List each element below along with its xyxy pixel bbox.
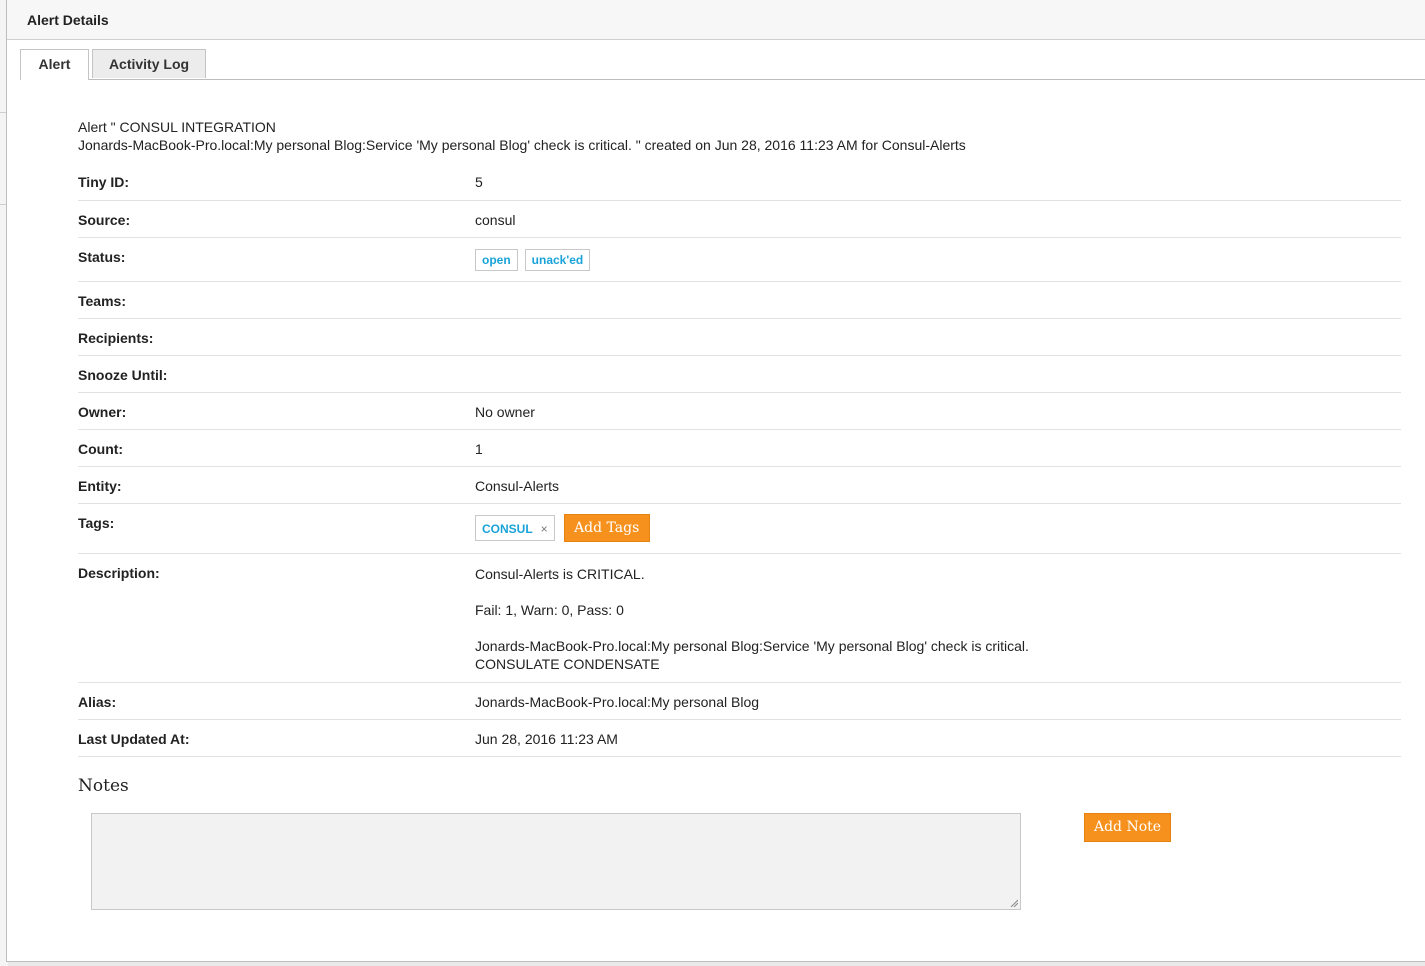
field-label: Owner:	[78, 404, 127, 420]
dialog-title: Alert Details	[7, 0, 1425, 40]
field-label: Description:	[78, 565, 160, 581]
alert-fields: Tiny ID: 5 Source: consul Status: open un…	[78, 163, 1401, 757]
notes-heading: Notes	[78, 776, 129, 796]
field-row-status: Status: open unack'ed	[78, 238, 1401, 282]
source-value: consul	[475, 212, 516, 228]
field-label: Status:	[78, 249, 126, 265]
field-row-owner: Owner: No owner	[78, 393, 1401, 430]
tab-bar: Alert Activity Log	[20, 49, 1425, 80]
tag-label: CONSUL	[482, 522, 533, 536]
status-badge-unacked[interactable]: unack'ed	[524, 249, 591, 271]
field-label: Last Updated At:	[78, 731, 190, 747]
entity-value: Consul-Alerts	[475, 478, 560, 494]
description-value: Consul-Alerts is CRITICAL. Fail: 1, Warn…	[475, 565, 1029, 673]
field-row-teams: Teams:	[78, 282, 1401, 319]
tag-chip: CONSUL ×	[475, 515, 555, 541]
tab-activity-log[interactable]: Activity Log	[92, 49, 206, 78]
description-line: Consul-Alerts is CRITICAL.	[475, 566, 645, 582]
description-line: CONSULATE CONDENSATE	[475, 656, 660, 672]
field-label: Alias:	[78, 694, 117, 710]
add-note-button[interactable]: Add Note	[1084, 813, 1171, 842]
tags-container: CONSUL × Add Tags	[475, 514, 650, 542]
field-row-description: Description: Consul-Alerts is CRITICAL. …	[78, 554, 1401, 683]
summary-line-2: Jonards-MacBook-Pro.local:My personal Bl…	[78, 137, 966, 153]
status-badge-open[interactable]: open	[475, 249, 518, 271]
summary-line-1: Alert " CONSUL INTEGRATION	[78, 119, 276, 135]
alias-value: Jonards-MacBook-Pro.local:My personal Bl…	[475, 694, 760, 710]
field-row-alias: Alias: Jonards-MacBook-Pro.local:My pers…	[78, 683, 1401, 720]
field-row-snooze: Snooze Until:	[78, 356, 1401, 393]
field-row-source: Source: consul	[78, 201, 1401, 238]
field-row-tiny-id: Tiny ID: 5	[78, 163, 1401, 201]
field-label: Entity:	[78, 478, 122, 494]
field-row-last-updated: Last Updated At: Jun 28, 2016 11:23 AM	[78, 720, 1401, 757]
last-updated-value: Jun 28, 2016 11:23 AM	[475, 731, 618, 747]
resize-grip-icon[interactable]	[1010, 899, 1018, 907]
field-label: Recipients:	[78, 330, 154, 346]
field-label: Count:	[78, 441, 124, 457]
field-row-tags: Tags: CONSUL × Add Tags	[78, 504, 1401, 554]
field-row-recipients: Recipients:	[78, 319, 1401, 356]
add-tags-button[interactable]: Add Tags	[563, 514, 650, 542]
field-label: Snooze Until:	[78, 367, 168, 383]
alert-details-dialog: Alert Details Alert Activity Log Alert "…	[6, 0, 1425, 962]
tab-alert[interactable]: Alert	[20, 49, 89, 80]
remove-tag-icon[interactable]: ×	[541, 522, 548, 536]
alert-summary: Alert " CONSUL INTEGRATION Jonards-MacBo…	[78, 118, 1401, 154]
tiny-id-value: 5	[475, 174, 483, 190]
field-label: Teams:	[78, 293, 126, 309]
field-label: Tiny ID:	[78, 174, 130, 190]
owner-link[interactable]: No owner	[475, 404, 535, 420]
field-row-entity: Entity: Consul-Alerts	[78, 467, 1401, 504]
field-label: Tags:	[78, 515, 115, 531]
field-row-count: Count: 1	[78, 430, 1401, 467]
field-label: Source:	[78, 212, 131, 228]
status-badges: open unack'ed	[475, 249, 597, 271]
description-line: Fail: 1, Warn: 0, Pass: 0	[475, 602, 624, 618]
notes-textarea[interactable]	[91, 813, 1021, 910]
count-value: 1	[475, 441, 483, 457]
description-line: Jonards-MacBook-Pro.local:My personal Bl…	[475, 638, 1029, 654]
